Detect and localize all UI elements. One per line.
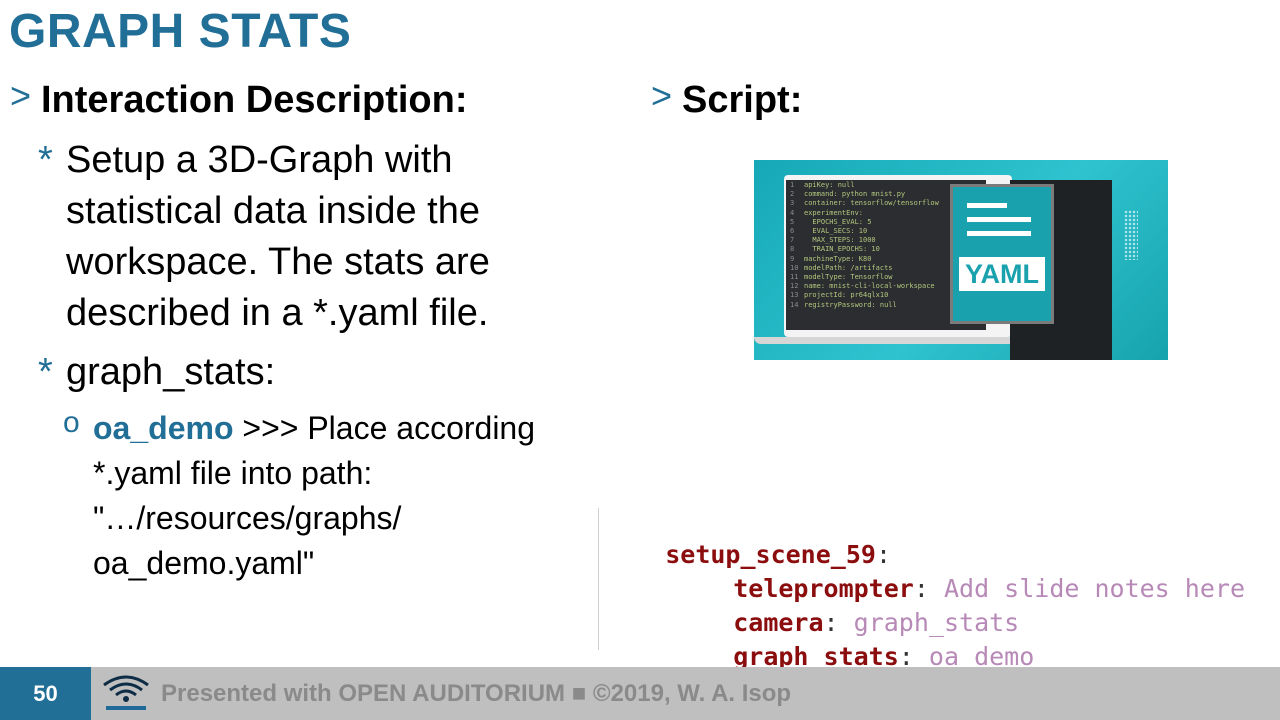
slide-footer: 50 Presented with OPEN AUDITORIUM ■ ©201… xyxy=(0,667,1280,720)
line-text: name: mnist-cli-local-workspace xyxy=(804,282,935,291)
line-text: modelPath: /artifacts xyxy=(804,263,893,272)
footer-credit: Presented with OPEN AUDITORIUM ■ ©2019, … xyxy=(161,680,792,707)
bullet-line: statistical data inside the xyxy=(66,190,481,232)
chevron-right-icon: > xyxy=(651,75,673,116)
line-text: projectId: pr64qlx10 xyxy=(804,291,889,300)
sub-bullet-line: "…/resources/graphs/ xyxy=(93,500,402,536)
bullet-line: workspace. The stats are xyxy=(66,241,490,283)
slide-title: GRAPH STATS xyxy=(9,5,352,58)
circle-bullet-icon: o xyxy=(63,406,80,439)
page-number: 50 xyxy=(0,667,91,720)
line-number: 9 xyxy=(790,254,795,263)
line-number: 4 xyxy=(790,208,795,217)
asterisk-bullet-icon: * xyxy=(38,139,53,181)
line-text: EVAL_SECS: 10 xyxy=(804,227,868,236)
heading-text: Script: xyxy=(682,79,803,121)
line-number: 5 xyxy=(790,217,795,226)
heading-text: Interaction Description: xyxy=(41,79,468,121)
bullet-line: Setup a 3D-Graph with xyxy=(66,139,453,181)
oa-demo-highlight: oa_demo xyxy=(93,410,234,446)
open-auditorium-logo-icon xyxy=(100,671,152,715)
line-number: 7 xyxy=(790,236,795,245)
line-number: 10 xyxy=(790,263,799,272)
line-number: 13 xyxy=(790,291,799,300)
line-text: modelType: Tensorflow xyxy=(804,273,893,282)
bullet-line: graph_stats: xyxy=(66,351,276,393)
line-number: 14 xyxy=(790,300,799,309)
document-icon: YAML xyxy=(953,187,1051,321)
bullet-graph-stats: * graph_stats: xyxy=(38,347,276,398)
yaml-illustration: 1 apiKey: null 2 command: python mnist.py 3 c… xyxy=(754,160,1168,360)
line-number: 3 xyxy=(790,199,795,208)
line-text: registryPassword: null xyxy=(804,300,897,309)
line-text: container: tensorflow/tensorflow xyxy=(804,199,939,208)
bullet-setup: * Setup a 3D-Graph with statistical data… xyxy=(38,135,490,339)
line-text: apiKey: null xyxy=(804,181,855,189)
dot-pattern xyxy=(1124,210,1138,260)
asterisk-bullet-icon: * xyxy=(38,351,53,393)
sub-bullet-text: >>> Place according xyxy=(233,410,536,446)
script-heading: > Script: xyxy=(651,75,803,122)
line-text: EPOCHS_EVAL: 5 xyxy=(804,217,872,226)
yaml-label: YAML xyxy=(959,257,1045,291)
line-number: 1 xyxy=(790,181,795,189)
line-number: 2 xyxy=(790,190,795,199)
line-number: 12 xyxy=(790,282,799,291)
line-text: TRAIN_EPOCHS: 10 xyxy=(804,245,880,254)
line-number: 8 xyxy=(790,245,795,254)
line-text: command: python mnist.py xyxy=(804,190,906,199)
sub-bullet-oa-demo: o oa_demo >>> Place according *.yaml fil… xyxy=(63,406,535,586)
sub-bullet-line: oa_demo.yaml" xyxy=(93,545,315,581)
chevron-right-icon: > xyxy=(10,75,32,116)
line-text: MAX_STEPS: 1000 xyxy=(804,236,876,245)
script-code-block: setup_scene_59: teleprompter: Add slide … xyxy=(598,508,1269,671)
line-number: 11 xyxy=(790,273,799,282)
yaml-file-icon: YAML xyxy=(950,184,1054,324)
bullet-line: described in a *.yaml file. xyxy=(66,292,489,334)
line-text: machineType: K80 xyxy=(804,254,872,263)
laptop-base xyxy=(754,337,1024,344)
line-number: 6 xyxy=(790,227,795,236)
sub-bullet-line: oa_demo >>> Place according xyxy=(93,406,535,451)
interaction-description-heading: > Interaction Description: xyxy=(10,75,468,122)
line-text: experimentEnv: xyxy=(804,208,864,217)
sub-bullet-line: *.yaml file into path: xyxy=(93,455,373,491)
